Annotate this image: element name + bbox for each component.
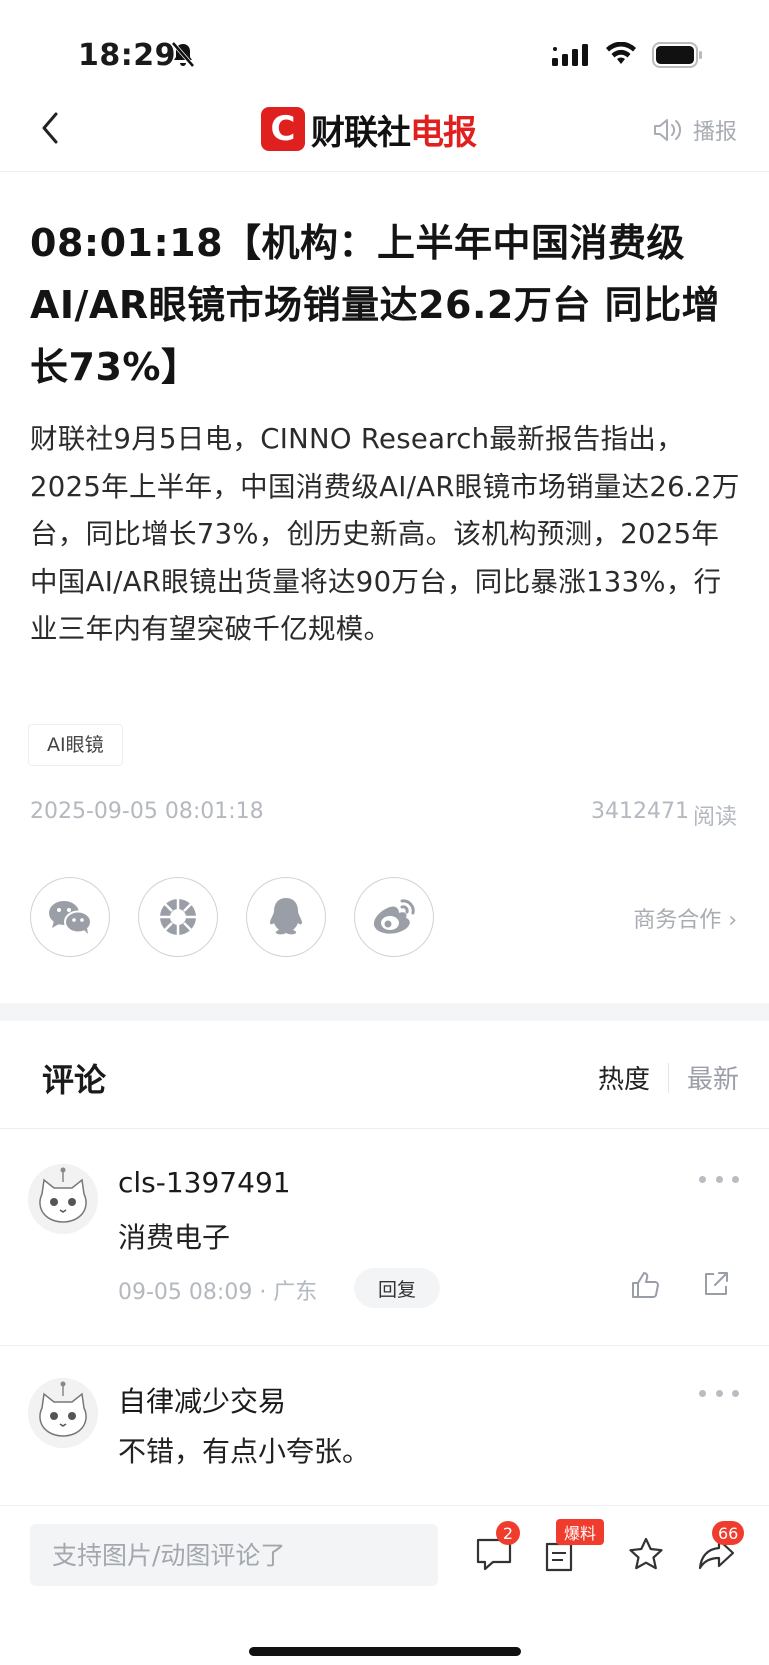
more-dot-icon xyxy=(732,1175,739,1183)
brand-name-part2: 电报 xyxy=(410,112,477,153)
sort-tab-latest[interactable]: 最新 xyxy=(687,1059,739,1096)
comment-text: 不错，有点小夸张。 xyxy=(118,1435,371,1468)
comments-title: 评论 xyxy=(42,1061,107,1099)
bell-muted-icon xyxy=(171,41,195,72)
avatar[interactable] xyxy=(28,1378,98,1448)
brand-logo-mark: C xyxy=(261,107,305,151)
share-comment-icon[interactable] xyxy=(702,1270,730,1302)
business-cooperation-link[interactable]: 商务合作 › xyxy=(633,902,737,934)
star-icon xyxy=(629,1537,663,1570)
comment-text: 消费电子 xyxy=(118,1221,231,1254)
read-count-value: 3412471 xyxy=(591,799,689,824)
comment-item: cls-1397491 消费电子 09-05 08:09 · 广东 回复 xyxy=(0,1146,769,1346)
share-row xyxy=(30,877,434,957)
comment-sort-tabs: 热度 最新 xyxy=(598,1059,739,1096)
comment-input[interactable] xyxy=(30,1524,438,1586)
share-qq-button[interactable] xyxy=(246,877,326,957)
article-headline: 08:01:18【机构：上半年中国消费级AI/AR眼镜市场销量达26.2万台 同… xyxy=(30,221,721,389)
cat-avatar-icon xyxy=(28,1164,98,1234)
reply-button[interactable]: 回复 xyxy=(354,1268,440,1308)
sort-divider xyxy=(667,1062,669,1093)
comment-count-badge: 2 xyxy=(496,1521,520,1545)
topic-tag[interactable]: AI眼镜 xyxy=(28,724,123,766)
more-dot-icon xyxy=(699,1389,706,1397)
share-wechat-button[interactable] xyxy=(30,877,110,957)
brand-name-part1: 财联社 xyxy=(311,112,411,153)
read-count-label: 阅读 xyxy=(692,805,737,830)
comment-more-button[interactable] xyxy=(699,1172,739,1186)
share-count-badge: 66 xyxy=(712,1521,745,1545)
qq-icon xyxy=(270,898,302,935)
wechat-icon xyxy=(49,901,92,934)
home-indicator[interactable] xyxy=(249,1647,521,1656)
more-dot-icon xyxy=(699,1175,706,1183)
battery-icon xyxy=(652,42,704,72)
moments-icon xyxy=(160,899,196,935)
status-bar: 18:29 xyxy=(0,0,769,90)
broadcast-label: 播报 xyxy=(692,120,737,145)
wifi-icon xyxy=(605,41,637,70)
status-time: 18:29 xyxy=(78,38,176,73)
back-button[interactable] xyxy=(36,108,66,148)
comment-more-button[interactable] xyxy=(699,1386,739,1400)
cellular-signal-icon xyxy=(552,44,592,70)
comment-username[interactable]: cls-1397491 xyxy=(118,1166,291,1199)
section-divider xyxy=(0,1003,769,1021)
share-weibo-button[interactable] xyxy=(354,877,434,957)
share-moments-button[interactable] xyxy=(138,877,218,957)
broadcast-button[interactable]: 播报 xyxy=(653,114,737,146)
chevron-left-icon xyxy=(42,112,58,144)
brand-logo: C 财联社 电报 xyxy=(261,106,477,153)
thumbs-up-icon[interactable] xyxy=(630,1270,660,1304)
comment-item: 自律减少交易 不错，有点小夸张。 xyxy=(0,1360,769,1500)
comment-meta: 09-05 08:09 · 广东 xyxy=(118,1280,318,1305)
scoop-badge: 爆料 xyxy=(556,1519,605,1545)
weibo-icon xyxy=(373,899,415,934)
comment-username[interactable]: 自律减少交易 xyxy=(118,1380,286,1420)
comments-header: 评论 热度 最新 xyxy=(0,1021,769,1129)
avatar[interactable] xyxy=(28,1164,98,1234)
sort-tab-hot[interactable]: 热度 xyxy=(598,1059,650,1096)
article-date: 2025-09-05 08:01:18 xyxy=(30,799,264,824)
more-dot-icon xyxy=(732,1389,739,1397)
nav-bar: C 财联社 电报 播报 xyxy=(0,90,769,172)
more-dot-icon xyxy=(715,1389,723,1397)
cat-avatar-icon xyxy=(28,1378,98,1448)
speaker-icon xyxy=(653,119,682,141)
bottom-bar: 2 爆料 66 xyxy=(0,1505,769,1665)
article-body: 财联社9月5日电，CINNO Research最新报告指出，2025年上半年，中… xyxy=(30,423,740,645)
favorite-button[interactable] xyxy=(627,1536,665,1576)
more-dot-icon xyxy=(715,1175,723,1183)
read-count: 3412471 阅读 xyxy=(591,799,737,831)
